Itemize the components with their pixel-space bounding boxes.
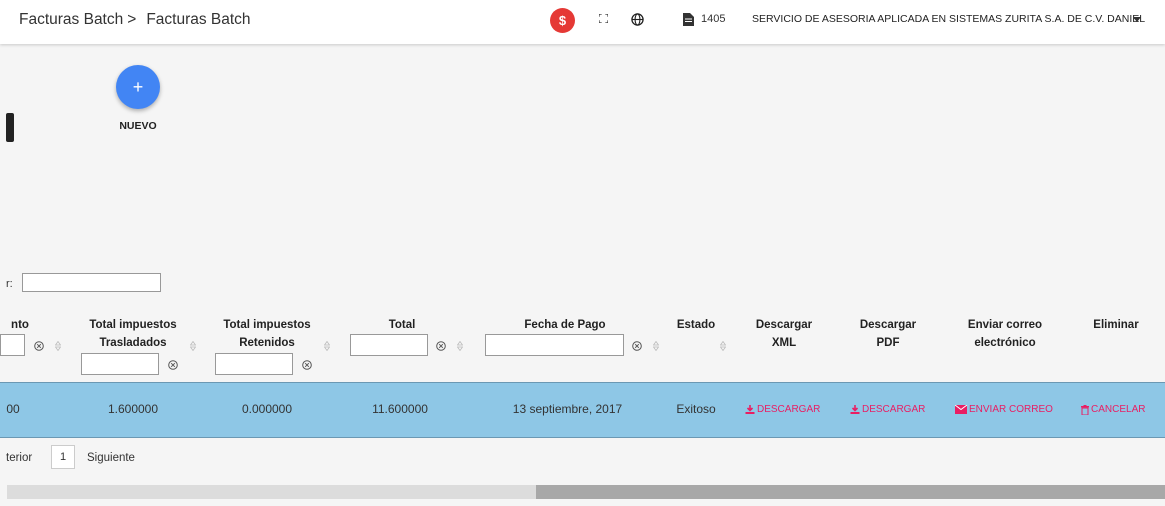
fullscreen-icon[interactable] — [599, 14, 608, 23]
filter-input-trasladados[interactable] — [81, 353, 159, 375]
breadcrumb-root[interactable]: Facturas Batch — [19, 11, 123, 28]
column-header-correo[interactable]: Enviar correo electrónico — [950, 316, 1060, 352]
breadcrumb: Facturas Batch > Facturas Batch — [19, 11, 251, 29]
sort-icon[interactable] — [653, 341, 659, 351]
column-header-total[interactable]: Total — [370, 316, 434, 334]
globe-icon[interactable] — [631, 13, 644, 26]
filter-input-retenidos[interactable] — [215, 353, 293, 375]
horizontal-scrollbar-thumb[interactable] — [536, 485, 1165, 499]
clear-filter-icon[interactable] — [168, 360, 178, 370]
filter-input-fecha[interactable] — [485, 334, 624, 356]
clear-filter-icon[interactable] — [34, 341, 44, 351]
column-header-fecha[interactable]: Fecha de Pago — [505, 316, 625, 334]
add-new-button[interactable]: + — [116, 65, 160, 109]
top-bar: Facturas Batch > Facturas Batch $ 1405 SER… — [0, 0, 1165, 44]
cell-retenidos: 0.000000 — [241, 402, 293, 416]
envelope-icon — [955, 405, 967, 414]
column-header-retenidos[interactable]: Total impuestos Retenidos — [217, 316, 317, 352]
sort-icon[interactable] — [190, 341, 196, 351]
column-header-eliminar[interactable]: Eliminar — [1080, 316, 1152, 334]
plus-icon: + — [132, 76, 144, 97]
download-xml-label: DESCARGAR — [757, 404, 821, 415]
table-row[interactable]: 00 1.600000 0.000000 11.600000 13 septie… — [0, 382, 1165, 438]
cancel-label: CANCELAR — [1091, 404, 1146, 415]
search-label: r: — [6, 278, 13, 290]
cell-total: 11.600000 — [372, 402, 428, 416]
sort-icon[interactable] — [324, 341, 330, 351]
cell-estado: Exitoso — [676, 402, 716, 416]
new-label: NUEVO — [119, 120, 157, 132]
download-pdf-link[interactable]: DESCARGAR — [850, 404, 925, 415]
download-pdf-label: DESCARGAR — [862, 404, 926, 415]
send-email-label: ENVIAR CORREO — [969, 404, 1053, 415]
clear-filter-icon[interactable] — [302, 360, 312, 370]
main-content: + NUEVO r: nto Total impuestos Trasladad… — [0, 44, 1165, 506]
column-header-trasladados[interactable]: Total impuestos Trasladados — [83, 316, 183, 352]
filter-input-monto[interactable] — [0, 334, 25, 356]
sort-icon[interactable] — [720, 341, 726, 351]
company-selector[interactable]: SERVICIO DE ASESORIA APLICADA EN SISTEMA… — [752, 13, 1145, 25]
sort-icon[interactable] — [457, 341, 463, 351]
column-header-pdf[interactable]: Descargar PDF — [852, 316, 924, 352]
left-panel-edge — [6, 113, 14, 142]
cancel-link[interactable]: CANCELAR — [1081, 404, 1145, 415]
column-header-estado[interactable]: Estado — [670, 316, 722, 334]
sort-icon[interactable] — [55, 341, 61, 351]
download-xml-link[interactable]: DESCARGAR — [745, 404, 820, 415]
pager-next[interactable]: Siguiente — [87, 452, 135, 464]
column-header-xml[interactable]: Descargar XML — [748, 316, 820, 352]
breadcrumb-current: Facturas Batch — [146, 11, 251, 28]
column-header-monto[interactable]: nto — [0, 316, 40, 334]
clear-filter-icon[interactable] — [436, 341, 446, 351]
breadcrumb-separator: > — [127, 11, 137, 28]
clear-filter-icon[interactable] — [632, 341, 642, 351]
document-icon[interactable] — [683, 13, 694, 26]
search-input[interactable] — [22, 273, 161, 292]
download-icon — [745, 405, 755, 414]
cell-monto: 00 — [6, 402, 20, 416]
cell-trasladados: 1.600000 — [107, 402, 159, 416]
send-email-link[interactable]: ENVIAR CORREO — [955, 404, 1053, 415]
cell-fecha: 13 septiembre, 2017 — [512, 402, 623, 416]
pager-page[interactable]: 1 — [51, 445, 75, 469]
pager-prev[interactable]: terior — [6, 452, 32, 464]
dollar-icon[interactable]: $ — [550, 8, 575, 33]
caret-down-icon[interactable] — [1133, 17, 1141, 22]
trash-icon — [1081, 404, 1089, 415]
dollar-label: $ — [558, 13, 567, 28]
download-icon — [850, 405, 860, 414]
document-count: 1405 — [701, 13, 726, 25]
filter-input-total[interactable] — [350, 334, 428, 356]
